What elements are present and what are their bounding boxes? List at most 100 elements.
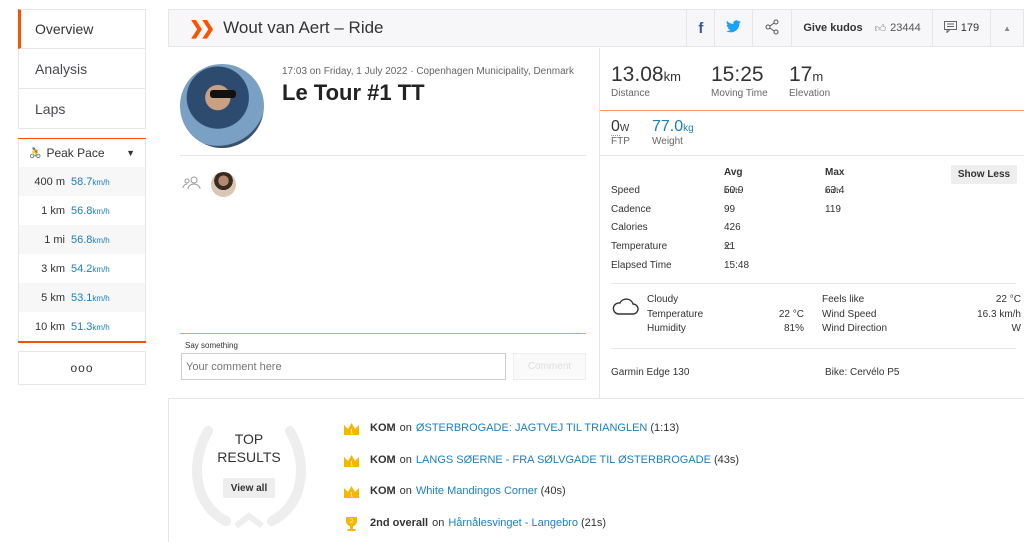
nav-laps-label: Laps [35,100,66,117]
stats-avg: 99 [724,204,736,215]
nav-overview[interactable]: Overview [18,9,146,49]
peak-row: 3 km 54.2km/h [18,254,146,283]
peak-dist: 5 km [41,291,65,304]
divider [611,348,1016,349]
peak-pace-title: Peak Pace [46,146,105,160]
stat-weight: 77.0kg Weight [652,118,694,147]
caret-up-icon: ▲ [1003,23,1011,33]
peak-pace-dropdown[interactable]: 🚴 Peak Pace ▼ [18,139,146,167]
avg-header: Avg [724,167,743,178]
give-kudos-label: Give kudos [803,22,863,34]
stats-row-label: Cadence [611,204,652,215]
top-results-line2: RESULTS [217,449,281,465]
comments-count-button[interactable]: 179 [931,10,990,46]
achievement-item: 2 2nd overall on Hårnålesvinget - Langeb… [343,514,606,532]
ftp-label: FTP [611,136,630,147]
humidity-value: 81% [783,323,804,334]
ftp-value[interactable]: 0 [611,118,620,136]
top-results-line1: TOP [234,431,264,447]
bike-name[interactable]: Bike: Cervélo P5 [825,367,899,378]
stat-moving-time: 15:25 Moving Time [711,63,768,99]
weight-unit: kg [683,123,694,134]
peak-dist: 10 km [35,320,65,333]
stats-row: Speed 50.9 km/h 63.4 km/h [611,185,911,203]
peak-row: 400 m 58.7km/h [18,167,146,196]
tagged-athlete-avatar[interactable] [211,172,236,197]
max-header: Max [825,167,845,178]
peak-value: 54.2 [71,262,93,275]
stats-row-label: Temperature [611,241,668,252]
comment-input[interactable] [181,353,506,380]
collapse-button[interactable]: ▲ [990,10,1023,46]
weight-value[interactable]: 77.0 [652,118,683,135]
peak-row: 1 km 56.8km/h [18,196,146,225]
on-label: on [399,454,412,466]
divider [611,283,1016,284]
feels-like-value: 22 °C [995,294,1021,305]
stats-max: 119 [825,204,841,215]
bike-icon: 🚴 [29,147,42,159]
peak-unit: km/h [92,235,110,245]
divider [599,48,600,398]
athlete-avatar[interactable] [180,64,264,148]
share-button[interactable] [752,10,791,46]
stat-elevation: 17m Elevation [789,63,830,99]
show-less-button[interactable]: Show Less [951,165,1017,184]
peak-value: 58.7 [71,175,93,188]
stats-row: Temperature 21 ℃ [611,241,911,259]
segment-link[interactable]: LANGS SØERNE - FRA SØLVGADE TIL ØSTERBRO… [416,454,711,466]
double-chevron-icon: ❯❯ [189,17,215,38]
twitter-share-button[interactable] [714,10,752,46]
segment-link[interactable]: Hårnålesvinget - Langebro [448,517,578,529]
divider [600,155,1024,156]
stats-avg: 21 [724,241,736,252]
peak-value: 53.1 [71,291,93,304]
more-options-label: ooo [70,361,94,375]
view-all-button[interactable]: View all [223,478,275,498]
stats-row-label: Calories [611,222,648,233]
chevron-down-icon: ▼ [126,148,135,158]
elevation-unit: m [812,69,824,84]
divider [168,398,1024,399]
nav-analysis[interactable]: Analysis [18,49,146,89]
ftp-unit: W [619,123,630,134]
stats-avg: 15:48 [724,260,750,271]
peak-unit: km/h [92,264,110,274]
peak-value: 51.3 [71,320,93,333]
stats-row: Calories 426 [611,222,911,240]
divider [180,333,586,334]
twitter-icon [726,20,742,36]
peak-row: 1 mi 56.8km/h [18,225,146,254]
weather-row: Humidity 81% Wind Direction W [647,323,1021,337]
more-options-button[interactable]: ooo [18,351,146,385]
achievement-rank: KOM [370,454,396,466]
trophy-icon: 2 [346,516,357,531]
peak-row: 5 km 53.1km/h [18,283,146,312]
feels-like-label: Feels like [822,294,865,305]
segment-link[interactable]: ØSTERBROGADE: JAGTVEJ TIL TRIANGLEN [416,422,647,434]
comment-icon [943,20,957,36]
device-name: Garmin Edge 130 [611,367,690,378]
kudos-count[interactable]: 👍︎ 23444 [875,22,921,35]
crown-icon: 1 [344,422,359,435]
nav-laps[interactable]: Laps [18,89,146,129]
peak-value: 56.8 [71,233,93,246]
divider [180,155,586,156]
stats-row-label: Elapsed Time [611,260,672,271]
segment-link[interactable]: White Mandingos Corner [416,485,538,497]
achievement-rank: KOM [370,422,396,434]
moving-time-label: Moving Time [711,88,768,99]
give-kudos-button[interactable]: Give kudos 👍︎ 23444 [791,10,931,46]
crown-icon: 1 [344,485,359,498]
peak-unit: km/h [92,206,110,216]
group-icon [182,176,202,193]
achievement-item: 1 KOM on White Mandingos Corner (40s) [343,482,566,500]
facebook-share-button[interactable]: f [686,10,714,46]
peak-unit: km/h [92,177,110,187]
stats-avg: 50.9 [724,185,744,196]
peak-unit: km/h [92,322,110,332]
crown-icon: 1 [344,454,359,467]
comment-button[interactable]: Comment [513,353,586,380]
achievement-rank: KOM [370,485,396,497]
laurel-wreath-icon [192,426,306,529]
